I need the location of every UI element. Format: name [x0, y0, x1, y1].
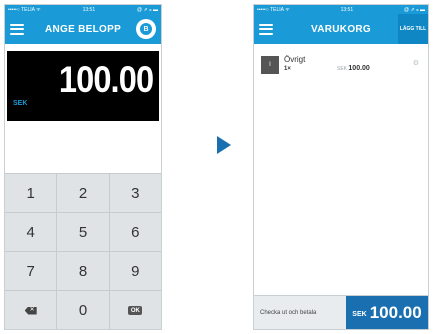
checkout-pay-button[interactable]: SEK 100.00: [346, 296, 428, 329]
backspace-icon: [24, 306, 37, 315]
b-button[interactable]: B: [136, 19, 156, 39]
item-name: Övrigt: [284, 55, 306, 64]
top-bar: VARUKORG LÄGG TILL: [254, 14, 428, 44]
status-icons: @ ⇗ ⁎ ▬: [404, 6, 425, 13]
backspace-key[interactable]: [5, 291, 58, 329]
numeric-keypad: 1 2 3 4 5 6 7 8 9 0 OK: [5, 173, 161, 329]
status-bar: •••••○ TELIA ᯤ 13:51 @ ⇗ ⁎ ▬: [5, 5, 161, 14]
time-label: 13:51: [340, 6, 354, 13]
phone-screen-cart: •••••○ TELIA ᯤ 13:51 @ ⇗ ⁎ ▬ VARUKORG LÄ…: [253, 4, 429, 330]
key-7[interactable]: 7: [5, 252, 58, 290]
item-thumbnail: I: [261, 56, 279, 74]
checkout-footer: Checka ut och betala SEK 100.00: [254, 295, 428, 329]
key-8[interactable]: 8: [57, 252, 110, 290]
key-9[interactable]: 9: [110, 252, 161, 290]
currency-label: SEK: [13, 100, 28, 107]
item-price-value: 100.00: [348, 65, 370, 72]
top-bar: ANGE BELOPP B: [5, 14, 161, 44]
ok-key-label: OK: [128, 306, 143, 315]
phone-screen-enter-amount: •••••○ TELIA ᯤ 13:51 @ ⇗ ⁎ ▬ ANGE BELOPP…: [4, 4, 162, 330]
ok-key[interactable]: OK: [110, 291, 161, 329]
key-6[interactable]: 6: [110, 213, 161, 251]
amount-display: SEK 100.00: [7, 51, 159, 121]
key-1[interactable]: 1: [5, 174, 58, 212]
settings-gear-icon[interactable]: ⚙: [413, 59, 419, 67]
item-currency: SEK: [337, 66, 348, 72]
status-icons: @ ⇗ ⁎ ▬: [137, 6, 158, 13]
menu-icon[interactable]: [259, 23, 273, 35]
key-5[interactable]: 5: [57, 213, 110, 251]
time-label: 13:51: [82, 6, 96, 13]
key-0[interactable]: 0: [57, 291, 110, 329]
checkout-label: Checka ut och betala: [260, 310, 317, 316]
carrier-label: •••••○ TELIA ᯤ: [257, 6, 290, 13]
menu-icon[interactable]: [10, 23, 24, 35]
arrow-right-icon: [217, 136, 231, 154]
key-2[interactable]: 2: [57, 174, 110, 212]
total-amount: 100.00: [369, 302, 422, 322]
status-bar: •••••○ TELIA ᯤ 13:51 @ ⇗ ⁎ ▬: [254, 5, 428, 14]
add-button[interactable]: LÄGG TILL: [398, 14, 428, 44]
key-3[interactable]: 3: [110, 174, 161, 212]
amount-value: 100.00: [58, 59, 154, 100]
item-price: SEK 100.00: [337, 65, 370, 72]
item-quantity: 1×: [284, 66, 291, 72]
cart-item[interactable]: I Övrigt 1× SEK 100.00 ⚙: [257, 50, 425, 84]
key-4[interactable]: 4: [5, 213, 58, 251]
b-button-label: B: [140, 23, 152, 35]
carrier-label: •••••○ TELIA ᯤ: [8, 6, 41, 13]
total-currency: SEK: [352, 311, 367, 318]
